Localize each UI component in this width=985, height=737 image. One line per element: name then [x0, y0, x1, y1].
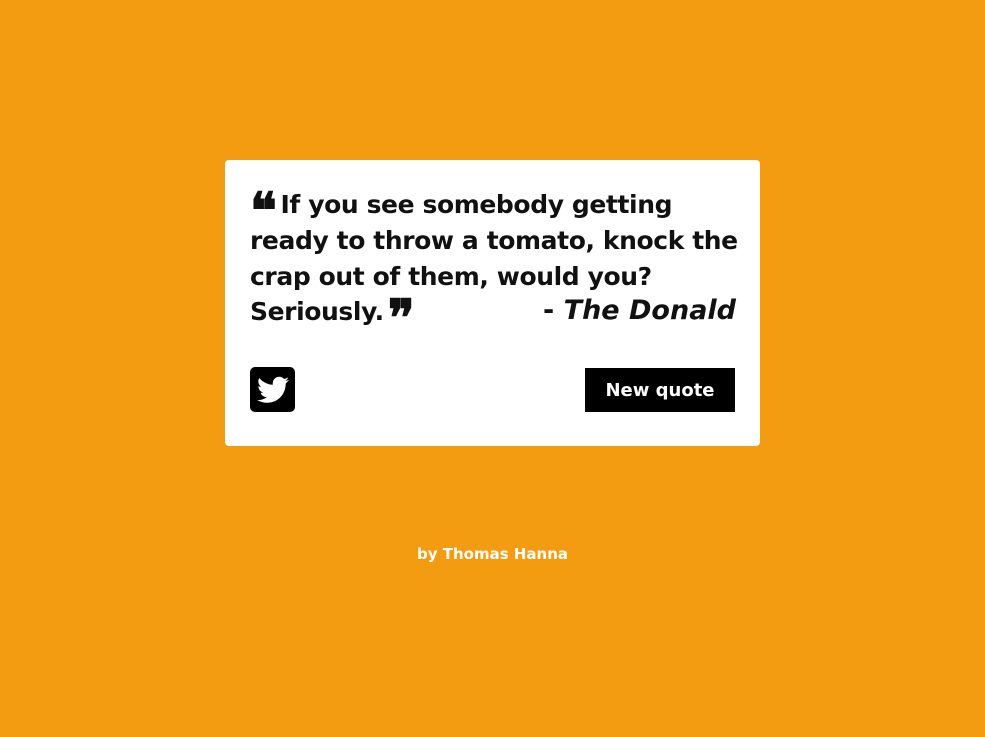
author-name: The Donald: [563, 295, 736, 326]
quote-author: - The Donald: [543, 293, 736, 329]
twitter-icon: [256, 376, 289, 403]
close-quote-icon: ❞: [387, 288, 415, 347]
open-quote-icon: ❝: [250, 181, 277, 240]
author-credit: by Thomas Hanna: [416, 545, 568, 563]
new-quote-button[interactable]: New quote: [585, 368, 735, 412]
quote-card: ❝ If you see somebody getting ready to th…: [225, 160, 760, 446]
author-dash: -: [543, 295, 564, 326]
tweet-button[interactable]: [250, 367, 295, 412]
